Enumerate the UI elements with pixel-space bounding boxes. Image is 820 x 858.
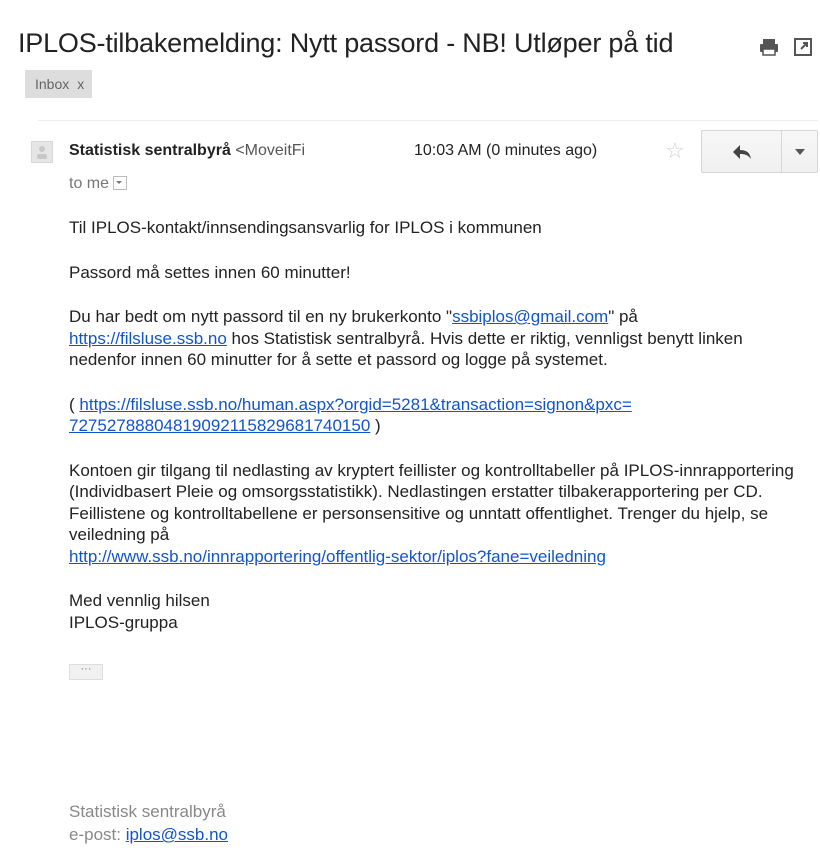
- header-divider: [38, 120, 818, 121]
- email-subject: IPLOS-tilbakemelding: Nytt passord - NB!…: [18, 28, 674, 58]
- signon-link[interactable]: https://filsluse.ssb.no/human.aspx?orgid…: [69, 395, 632, 436]
- chevron-down-icon: [116, 180, 123, 184]
- sender-address: <MoveitFi: [235, 142, 306, 159]
- p1-text-b: " på: [608, 307, 638, 326]
- show-trimmed-content-button[interactable]: ···: [69, 664, 103, 680]
- recipient-line: to me: [69, 175, 128, 193]
- more-button[interactable]: [781, 130, 818, 173]
- avatar-icon: [31, 141, 53, 163]
- inbox-label-chip: Inbox x: [25, 70, 93, 98]
- recipient: to me: [69, 175, 110, 192]
- signature: Statistisk sentralbyrå e-post: iplos@ssb…: [69, 800, 228, 846]
- greeting: Til IPLOS-kontakt/innsendingsansvarlig f…: [69, 218, 542, 237]
- reply-icon: [733, 145, 751, 159]
- p3-text: Kontoen gir tilgang til nedlasting av kr…: [69, 460, 794, 545]
- account-email-link[interactable]: ssbiplos@gmail.com: [452, 307, 608, 326]
- star-icon[interactable]: ☆: [665, 140, 685, 162]
- signon-link-line-2: 72752788804819092115829681740150: [69, 416, 371, 435]
- new-window-icon[interactable]: [792, 36, 814, 58]
- sender-name: Statistisk sentralbyrå: [69, 142, 231, 159]
- remove-label-button[interactable]: x: [77, 76, 84, 92]
- signature-email-label: e-post:: [69, 825, 126, 844]
- message-body: Til IPLOS-kontakt/innsendingsansvarlig f…: [69, 217, 809, 680]
- paragraph-2: ( https://filsluse.ssb.no/human.aspx?org…: [69, 394, 809, 437]
- sender[interactable]: Statistisk sentralbyrå <MoveitFi: [69, 142, 369, 160]
- p2-open: (: [69, 394, 80, 414]
- guidance-link[interactable]: http://www.ssb.no/innrapportering/offent…: [69, 547, 606, 566]
- closing-line-2: IPLOS-gruppa: [69, 612, 178, 632]
- signature-email-link[interactable]: iplos@ssb.no: [126, 825, 228, 844]
- site-link[interactable]: https://filsluse.ssb.no: [69, 329, 227, 348]
- label-name: Inbox: [35, 76, 70, 92]
- print-icon[interactable]: [758, 36, 780, 58]
- recipient-details-toggle[interactable]: [113, 175, 128, 190]
- closing-line-1: Med vennlig hilsen: [69, 591, 210, 610]
- chevron-down-icon: [795, 149, 805, 155]
- p2-close: ): [370, 416, 381, 435]
- paragraph-3: Kontoen gir tilgang til nedlasting av kr…: [69, 460, 809, 568]
- message-time: 10:03 AM (0 minutes ago): [414, 142, 598, 159]
- sender-fade: [350, 138, 376, 164]
- signon-link-line-1: https://filsluse.ssb.no/human.aspx?orgid…: [79, 394, 632, 414]
- subject-row: IPLOS-tilbakemelding: Nytt passord - NB!…: [18, 28, 818, 68]
- closing: Med vennlig hilsen IPLOS-gruppa: [69, 590, 809, 633]
- warning: Passord må settes innen 60 minutter!: [69, 262, 351, 282]
- signature-email-line: e-post: iplos@ssb.no: [69, 823, 228, 846]
- p1-text-a: Du har bedt om nytt passord til en ny br…: [69, 307, 453, 326]
- signature-org: Statistisk sentralbyrå: [69, 802, 226, 821]
- reply-button[interactable]: [701, 130, 782, 173]
- paragraph-1: Du har bedt om nytt passord til en ny br…: [69, 306, 809, 371]
